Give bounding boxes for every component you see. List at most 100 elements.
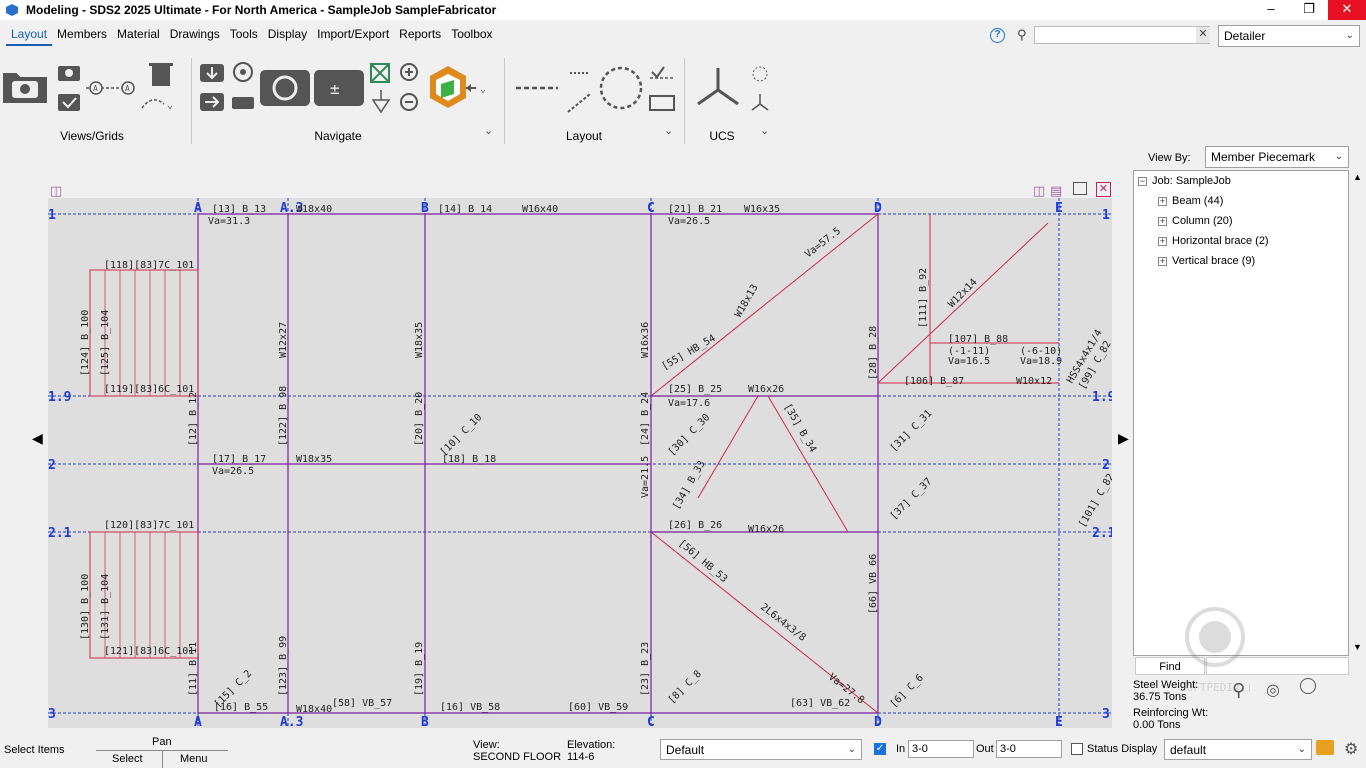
ucs-rotate-icon[interactable] bbox=[752, 66, 768, 82]
menu-import-export[interactable]: Import/Export bbox=[312, 24, 394, 46]
help-icon[interactable]: ? bbox=[990, 28, 1005, 43]
search-input[interactable] bbox=[1034, 26, 1210, 44]
member-label: [106] B_87 bbox=[904, 376, 964, 387]
camera-folder-icon[interactable] bbox=[3, 73, 47, 103]
member-label: W18x40 bbox=[296, 704, 332, 715]
plan-view-drawing[interactable]: 1 1.9 2 2.1 3 1 1.9 2 2.1 3 A A.3 B C D … bbox=[48, 198, 1112, 728]
grid-line-icon[interactable]: A A bbox=[86, 81, 135, 95]
camera-refresh-icon[interactable] bbox=[260, 70, 310, 106]
menu-layout[interactable]: Layout bbox=[6, 24, 53, 46]
menu-drawings[interactable]: Drawings bbox=[165, 24, 225, 46]
menu-toolbox[interactable]: Toolbox bbox=[446, 24, 497, 46]
split-vertical-icon[interactable]: ◫ bbox=[1033, 183, 1045, 199]
layer-select[interactable]: Default ⌄ bbox=[660, 739, 862, 760]
member-label: W18x40 bbox=[296, 204, 332, 215]
in-depth-input[interactable]: 3-0 bbox=[908, 740, 974, 758]
3d-view-cube-icon[interactable] bbox=[430, 66, 466, 108]
member-label: Va=57.5 bbox=[803, 226, 843, 261]
scroll-up-icon[interactable]: ▲ bbox=[1353, 172, 1362, 182]
status-display-checkbox[interactable] bbox=[1071, 743, 1083, 755]
tree-item-horizontal-brace[interactable]: + Horizontal brace (2) bbox=[1158, 235, 1269, 247]
expand-icon[interactable]: + bbox=[1158, 236, 1167, 246]
scroll-right-icon[interactable]: ▶ bbox=[1118, 430, 1129, 447]
folder-icon[interactable] bbox=[1316, 740, 1334, 755]
navigate-camera-down-icon[interactable] bbox=[200, 64, 224, 82]
diagonal-line-icon[interactable] bbox=[567, 93, 591, 113]
member-label: Va=31.3 bbox=[208, 216, 250, 227]
view-by-select[interactable]: Member Piecemark ⌄ bbox=[1205, 146, 1349, 168]
close-view-icon[interactable]: ✕ bbox=[1096, 182, 1111, 197]
in-checkbox[interactable]: ✓ bbox=[874, 743, 886, 755]
camera-plus-minus-icon[interactable]: ± bbox=[314, 70, 364, 106]
pick-point-icon[interactable] bbox=[371, 90, 391, 114]
member-label: Va=21.5 bbox=[640, 456, 651, 498]
scroll-left-icon[interactable]: ◀ bbox=[32, 430, 43, 447]
navigate-expand-icon[interactable]: ⌄ bbox=[484, 124, 493, 137]
search-clear-icon[interactable]: ✕ bbox=[1196, 27, 1210, 43]
out-depth-input[interactable]: 3-0 bbox=[996, 740, 1062, 758]
member-label: [24] B_24 bbox=[640, 392, 651, 446]
check-layout-icon[interactable] bbox=[650, 66, 674, 79]
member-tree[interactable]: − Job: SampleJob + Beam (44) + Column (20) … bbox=[1133, 170, 1349, 656]
close-button[interactable]: ✕ bbox=[1328, 0, 1366, 20]
ucs-axes-icon[interactable] bbox=[697, 68, 739, 106]
expand-icon[interactable]: + bbox=[1158, 256, 1167, 266]
zoom-out-icon[interactable] bbox=[400, 93, 418, 111]
member-label: W16x36 bbox=[640, 322, 651, 358]
watermark-logo: SOFTPEDIA.iR bbox=[1180, 607, 1250, 694]
ucs-expand-icon[interactable]: ⌄ bbox=[760, 124, 769, 137]
chevron-down-icon: ⌄ bbox=[1297, 744, 1306, 755]
tree-scrollbar[interactable]: ▲ ▼ bbox=[1350, 170, 1366, 656]
view-camera-icon[interactable] bbox=[58, 66, 80, 81]
grid-row-label: 2 bbox=[1102, 458, 1110, 473]
role-select[interactable]: Detailer ⌄ bbox=[1218, 25, 1360, 47]
member-label: W18x13 bbox=[733, 283, 761, 320]
settings-gear-icon[interactable]: ⚙ bbox=[1344, 739, 1358, 759]
status-display-select[interactable]: default ⌄ bbox=[1164, 739, 1312, 760]
tree-item-vertical-brace[interactable]: + Vertical brace (9) bbox=[1158, 255, 1255, 267]
single-view-icon[interactable] bbox=[1073, 182, 1087, 195]
split-horizontal-icon[interactable]: ▤ bbox=[1050, 183, 1062, 199]
out-label: Out bbox=[976, 743, 994, 755]
member-label: Va=17.6 bbox=[668, 398, 710, 409]
navigate-rotate-icon[interactable] bbox=[233, 62, 253, 82]
menu-material[interactable]: Material bbox=[112, 24, 165, 46]
navigate-camera-right-icon[interactable] bbox=[200, 93, 224, 111]
small-camera-icon[interactable] bbox=[232, 97, 254, 109]
target-icon[interactable]: ◎ bbox=[1266, 680, 1280, 700]
layout-expand-icon[interactable]: ⌄ bbox=[664, 124, 673, 137]
member-label: [10] C_10 bbox=[438, 412, 484, 458]
svg-text:⌄: ⌄ bbox=[480, 84, 486, 95]
ucs-small-axes-icon[interactable] bbox=[751, 94, 769, 111]
maximize-button[interactable]: ❐ bbox=[1290, 0, 1328, 20]
delete-view-icon[interactable] bbox=[149, 63, 173, 86]
no-filter-icon[interactable] bbox=[1300, 678, 1316, 694]
view-label: View: bbox=[473, 739, 500, 751]
ribbon-separator bbox=[684, 58, 685, 144]
menu-members[interactable]: Members bbox=[52, 24, 112, 46]
expand-icon[interactable]: + bbox=[1158, 216, 1167, 226]
view-check-icon[interactable] bbox=[58, 94, 80, 111]
circle-layout-icon[interactable] bbox=[599, 66, 643, 110]
expand-icon[interactable]: + bbox=[1158, 196, 1167, 206]
tree-item-column[interactable]: + Column (20) bbox=[1158, 215, 1233, 227]
arrow-left-icon[interactable]: ⌄ bbox=[466, 84, 486, 95]
tree-item-beam[interactable]: + Beam (44) bbox=[1158, 195, 1223, 207]
plan-view-svg[interactable]: 1 1.9 2 2.1 3 1 1.9 2 2.1 3 A A.3 B C D … bbox=[48, 198, 1112, 728]
arc-grid-icon[interactable]: ⌄ bbox=[141, 99, 173, 111]
view-layout-icon[interactable]: ◫ bbox=[50, 183, 62, 199]
member-label: [19] B_19 bbox=[414, 642, 425, 696]
zoom-fit-icon[interactable] bbox=[370, 63, 390, 83]
minimize-button[interactable]: – bbox=[1252, 0, 1290, 20]
search-icon[interactable]: ⚲ bbox=[1017, 27, 1027, 43]
scroll-down-icon[interactable]: ▼ bbox=[1353, 642, 1362, 652]
menu-display[interactable]: Display bbox=[263, 24, 312, 46]
mouse-middle-label: Pan bbox=[152, 736, 172, 748]
zoom-in-icon[interactable] bbox=[400, 63, 418, 81]
menu-tools[interactable]: Tools bbox=[225, 24, 263, 46]
tree-root[interactable]: − Job: SampleJob bbox=[1138, 175, 1231, 187]
grid-row-label: 2.1 bbox=[1092, 526, 1112, 541]
menu-reports[interactable]: Reports bbox=[394, 24, 446, 46]
collapse-icon[interactable]: − bbox=[1138, 176, 1147, 186]
folder-layout-icon[interactable] bbox=[649, 95, 675, 111]
